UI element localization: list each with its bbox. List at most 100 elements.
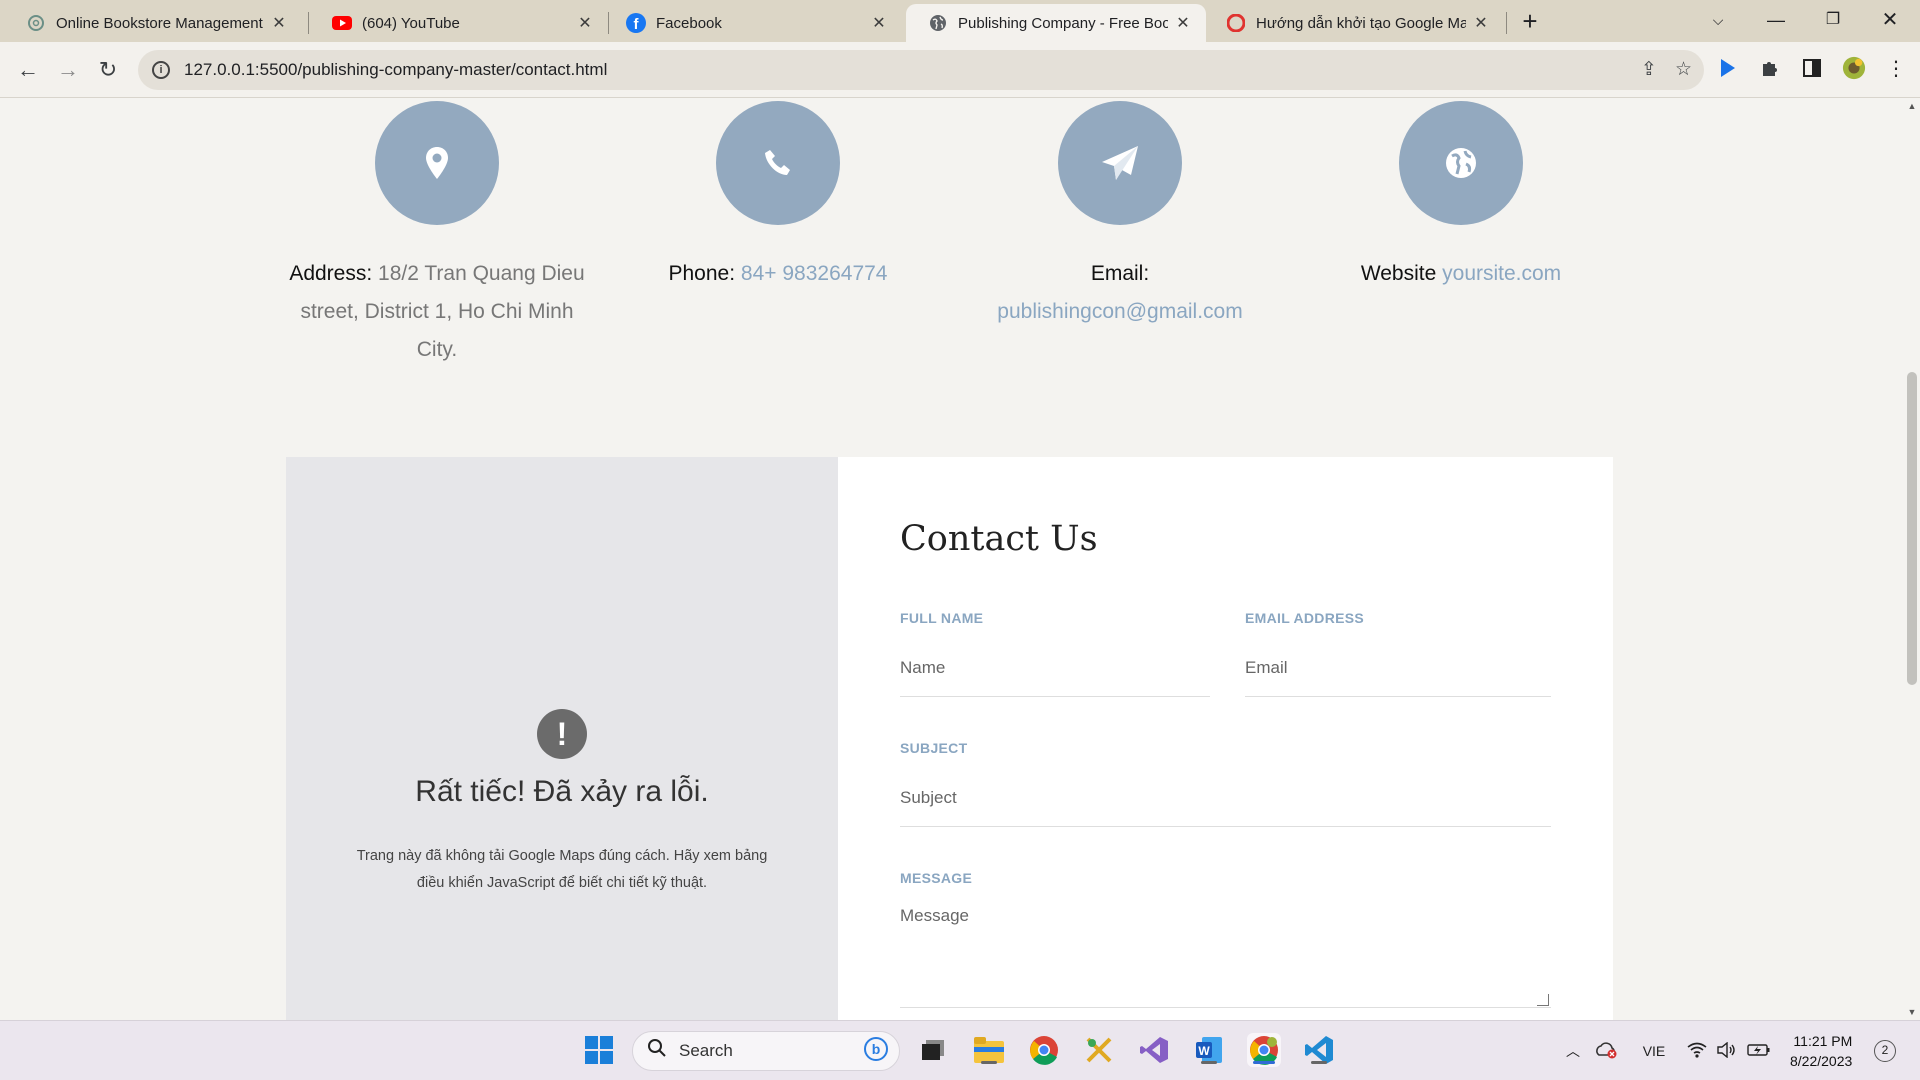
- paper-plane-icon: [1102, 146, 1138, 180]
- share-icon[interactable]: ⇪: [1641, 58, 1657, 81]
- taskbar-search-box[interactable]: Search b: [632, 1031, 900, 1071]
- reload-icon[interactable]: ↻: [92, 54, 124, 86]
- message-textarea[interactable]: [900, 904, 1551, 1008]
- website-label: Website: [1360, 262, 1437, 285]
- language-indicator[interactable]: VIE: [1626, 1043, 1682, 1059]
- taskbar: Search b W ︿ VIE 11:21 PM 8/22/2023 2: [0, 1020, 1920, 1080]
- visual-studio-icon[interactable]: [1137, 1033, 1171, 1067]
- contact-form: Contact Us FULL NAME EMAIL ADDRESS SUBJE…: [838, 457, 1613, 1020]
- browser-toolbar: ← → ↻ i 127.0.0.1:5500/publishing-compan…: [0, 42, 1920, 98]
- phone-link[interactable]: 84+ 983264774: [741, 262, 888, 285]
- phone-icon-circle: [716, 101, 840, 225]
- page-scrollbar[interactable]: ▲ ▼: [1904, 98, 1920, 1020]
- full-name-input[interactable]: [900, 639, 1210, 697]
- facebook-icon: f: [626, 13, 646, 33]
- email-input[interactable]: [1245, 639, 1551, 697]
- tab-title: (604) YouTube: [362, 14, 460, 32]
- globe-icon: [928, 13, 948, 33]
- globe-icon: [1446, 148, 1476, 178]
- chrome-active-icon[interactable]: [1247, 1033, 1281, 1067]
- phone-block: Phone: 84+ 983264774: [623, 98, 933, 293]
- email-address-label: EMAIL ADDRESS: [1245, 610, 1365, 626]
- restore-button[interactable]: ❐: [1805, 0, 1861, 42]
- tab-title: Facebook: [656, 14, 722, 32]
- message-label: MESSAGE: [900, 870, 973, 886]
- resize-handle-icon[interactable]: [1537, 994, 1549, 1006]
- subject-input[interactable]: [900, 769, 1551, 827]
- tab-google-map-guide[interactable]: Hướng dẫn khởi tạo Google Map ✕: [1204, 4, 1504, 42]
- tab-title: Hướng dẫn khởi tạo Google Map: [1256, 14, 1466, 32]
- email-block: Email: publishingcon@gmail.com: [965, 98, 1275, 331]
- phone-icon: [765, 150, 790, 175]
- address-block: Address: 18/2 Tran Quang Dieu street, Di…: [282, 98, 592, 369]
- running-indicator: [981, 1061, 997, 1064]
- running-indicator: [1311, 1061, 1327, 1064]
- scroll-thumb[interactable]: [1907, 372, 1917, 685]
- new-tab-button[interactable]: +: [1512, 6, 1548, 38]
- email-icon-circle: [1058, 101, 1182, 225]
- svg-text:b: b: [872, 1041, 881, 1057]
- map-error-description: Trang này đã không tải Google Maps đúng …: [356, 848, 768, 891]
- tab-search-icon[interactable]: ⌵: [1690, 0, 1746, 42]
- url-text[interactable]: 127.0.0.1:5500/publishing-company-master…: [184, 60, 607, 80]
- chrome-icon[interactable]: [1027, 1033, 1061, 1067]
- wifi-icon[interactable]: [1682, 1042, 1712, 1061]
- tab-online-bookstore[interactable]: Online Bookstore Management S ✕: [4, 4, 302, 42]
- extensions-puzzle-icon[interactable]: [1758, 56, 1782, 80]
- error-icon: !: [537, 709, 587, 759]
- profile-avatar[interactable]: [1842, 56, 1866, 80]
- address-bar[interactable]: i 127.0.0.1:5500/publishing-company-mast…: [138, 50, 1704, 90]
- close-icon[interactable]: ✕: [870, 13, 888, 33]
- onedrive-error-icon[interactable]: [1586, 1041, 1626, 1062]
- snipping-tool-icon[interactable]: [1082, 1033, 1116, 1067]
- task-view-icon[interactable]: [916, 1033, 950, 1067]
- google-map-embed: ! Rất tiếc! Đã xảy ra lỗi. Trang này đã …: [286, 457, 838, 1020]
- youtube-icon: [332, 13, 352, 33]
- clock-date: 8/22/2023: [1790, 1053, 1853, 1069]
- back-arrow-icon[interactable]: ←: [12, 54, 44, 86]
- tab-youtube[interactable]: (604) YouTube ✕: [310, 4, 608, 42]
- full-name-label: FULL NAME: [900, 610, 984, 626]
- close-icon[interactable]: ✕: [1472, 13, 1490, 33]
- website-block: Website yoursite.com: [1306, 98, 1616, 293]
- system-tray: ︿ VIE: [1560, 1021, 1776, 1080]
- subject-label: SUBJECT: [900, 740, 968, 756]
- website-link[interactable]: yoursite.com: [1442, 262, 1561, 285]
- website-icon-circle: [1399, 101, 1523, 225]
- close-icon[interactable]: ✕: [270, 13, 288, 33]
- volume-icon[interactable]: [1712, 1041, 1742, 1061]
- close-icon[interactable]: ✕: [1174, 13, 1192, 33]
- tab-title: Publishing Company - Free Boots: [958, 14, 1168, 32]
- running-indicator: [1201, 1061, 1217, 1064]
- tab-publishing-company[interactable]: Publishing Company - Free Boots ✕: [906, 4, 1206, 42]
- address-icon-circle: [375, 101, 499, 225]
- close-icon[interactable]: ✕: [576, 13, 594, 33]
- opera-icon: [1226, 13, 1246, 33]
- forward-arrow-icon[interactable]: →: [52, 54, 84, 86]
- svg-text:W: W: [1198, 1044, 1210, 1058]
- vscode-icon[interactable]: [1302, 1033, 1336, 1067]
- file-explorer-icon[interactable]: [972, 1033, 1006, 1067]
- phone-label: Phone:: [668, 262, 736, 285]
- scroll-down-arrow-icon[interactable]: ▼: [1904, 1004, 1920, 1020]
- scroll-up-arrow-icon[interactable]: ▲: [1904, 98, 1920, 114]
- windows-start-icon[interactable]: [582, 1033, 616, 1067]
- map-error-title: Rất tiếc! Đã xảy ra lỗi.: [415, 775, 709, 808]
- window-close-button[interactable]: ✕: [1862, 0, 1918, 42]
- email-link[interactable]: publishingcon@gmail.com: [965, 293, 1275, 331]
- search-label: Search: [679, 1041, 733, 1060]
- chevron-up-icon[interactable]: ︿: [1560, 1041, 1586, 1061]
- tab-facebook[interactable]: f Facebook ✕: [604, 4, 902, 42]
- system-clock[interactable]: 11:21 PM 8/22/2023: [1790, 1031, 1852, 1071]
- browser-menu-icon[interactable]: ⋮: [1884, 56, 1908, 80]
- word-icon[interactable]: W: [1192, 1033, 1226, 1067]
- side-panel-icon[interactable]: [1800, 56, 1824, 80]
- bing-icon: b: [863, 1036, 889, 1067]
- battery-icon[interactable]: [1742, 1043, 1776, 1060]
- tab-divider: [1506, 12, 1507, 34]
- extension-arrow-icon[interactable]: [1716, 56, 1740, 80]
- bookmark-star-icon[interactable]: ☆: [1675, 58, 1692, 81]
- minimize-button[interactable]: —: [1748, 0, 1804, 42]
- site-info-icon[interactable]: i: [152, 61, 170, 79]
- notification-badge[interactable]: 2: [1874, 1040, 1896, 1062]
